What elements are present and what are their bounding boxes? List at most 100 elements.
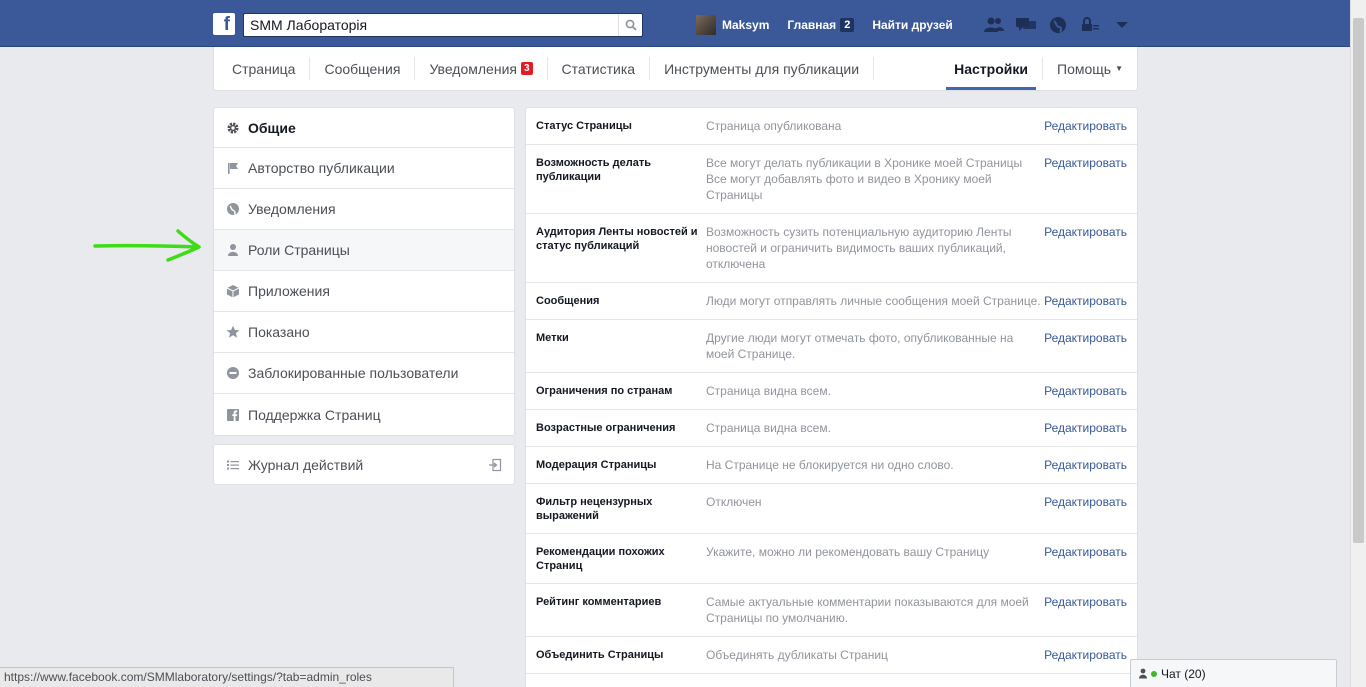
setting-value: Другие люди могут отмечать фото, опублик… <box>706 330 1044 362</box>
setting-value-line: Укажите, можно ли рекомендовать вашу Стр… <box>706 545 990 559</box>
gear-icon <box>226 121 240 135</box>
globe-icon <box>226 202 240 216</box>
settings-table: Статус Страницы Страница опубликована Реда… <box>525 107 1138 687</box>
home-count-badge: 2 <box>840 18 855 32</box>
menu-item-notifications[interactable]: Уведомления <box>214 189 514 230</box>
tab-settings[interactable]: Настройки <box>940 47 1042 90</box>
tab-statistics[interactable]: Статистика <box>548 57 651 80</box>
setting-value-line: Люди могут отправлять личные сообщения м… <box>706 294 1041 308</box>
menu-item-label: Общие <box>248 119 296 136</box>
nav-icons <box>982 15 1134 35</box>
setting-value: Страница опубликована <box>706 118 1044 134</box>
tab-spacer <box>874 57 940 80</box>
edit-link[interactable]: Редактировать <box>1044 383 1127 399</box>
edit-link[interactable]: Редактировать <box>1044 457 1127 473</box>
caret-down-icon: ▼ <box>1115 64 1123 73</box>
edit-link[interactable]: Редактировать <box>1044 647 1127 663</box>
setting-value-line: Все могут делать публикации в Хронике мо… <box>706 156 1023 170</box>
setting-value: Все могут делать публикации в Хронике мо… <box>706 155 1044 203</box>
facebook-logo-icon[interactable]: f <box>213 13 235 35</box>
chat-sidebar-tab[interactable]: Чат (20) <box>1130 659 1337 687</box>
edit-link[interactable]: Редактировать <box>1044 420 1127 436</box>
page-scrollbar[interactable] <box>1350 0 1366 687</box>
menu-item-apps[interactable]: Приложения <box>214 271 514 312</box>
setting-name: Статус Страницы <box>536 120 632 132</box>
edit-link[interactable]: Редактировать <box>1044 155 1127 203</box>
settings-row: Статус Страницы Страница опубликована Реда… <box>526 108 1137 145</box>
facebook-icon <box>226 408 240 422</box>
top-navigation-bar: f Maksym Главная2 Найти друзей <box>0 0 1350 47</box>
privacy-lock-icon[interactable] <box>1078 15 1102 35</box>
setting-value-line: Объединять дубликаты Страниц <box>706 648 888 662</box>
menu-item-post-attribution[interactable]: Авторство публикации <box>214 148 514 189</box>
setting-value-line: Другие люди могут отмечать фото, опублик… <box>706 331 1014 361</box>
friend-requests-icon[interactable] <box>982 15 1006 35</box>
setting-value: Самые актуальные комментарии показываютс… <box>706 594 1044 626</box>
menu-item-label: Уведомления <box>248 201 336 217</box>
menu-item-page-roles[interactable]: Роли Страницы <box>214 230 514 271</box>
settings-row: Сообщения Люди могут отправлять личные со… <box>526 283 1137 320</box>
settings-row: Возрастные ограничения Страница видна все… <box>526 410 1137 447</box>
chat-person-icon <box>1139 668 1147 679</box>
search-icon <box>625 19 637 31</box>
edit-link[interactable]: Редактировать <box>1044 594 1127 626</box>
tab-page[interactable]: Страница <box>218 57 311 80</box>
setting-value: Возможность сузить потенциальную аудитор… <box>706 224 1044 272</box>
tab-publishing-tools[interactable]: Инструменты для публикации <box>650 57 875 80</box>
edit-link[interactable]: Редактировать <box>1044 330 1127 362</box>
setting-name: Метки <box>536 332 569 344</box>
tab-notifications[interactable]: Уведомления 3 <box>415 57 548 80</box>
find-friends-link[interactable]: Найти друзей <box>872 18 952 32</box>
setting-name: Возрастные ограничения <box>536 422 676 434</box>
activity-log-link[interactable]: Журнал действий <box>213 444 515 485</box>
edit-link[interactable]: Редактировать <box>1044 293 1127 309</box>
green-arrow-annotation <box>93 229 201 262</box>
search-input[interactable] <box>244 14 614 36</box>
menu-item-page-support[interactable]: Поддержка Страниц <box>214 394 514 435</box>
settings-row: Метки Другие люди могут отмечать фото, оп… <box>526 320 1137 373</box>
setting-name: Сообщения <box>536 295 600 307</box>
setting-value: Отключен <box>706 494 1044 523</box>
search-button[interactable] <box>618 14 642 36</box>
setting-value: Укажите, можно ли рекомендовать вашу Стр… <box>706 544 1044 573</box>
tab-label: Инструменты для публикации <box>664 60 860 77</box>
setting-value-line: Все могут добавлять фото и видео в Хрони… <box>706 172 992 202</box>
globe-notifications-icon[interactable] <box>1046 15 1070 35</box>
blocked-icon <box>226 366 240 380</box>
settings-row: Фильтр нецензурных выражений Отключен Реда… <box>526 484 1137 534</box>
activity-log-label: Журнал действий <box>248 456 364 473</box>
tab-messages[interactable]: Сообщения <box>310 57 416 80</box>
browser-status-url: https://www.facebook.com/SMMlaboratory/s… <box>0 667 454 687</box>
menu-item-banned-users[interactable]: Заблокированные пользователи <box>214 353 514 394</box>
edit-link[interactable]: Редактировать <box>1044 224 1127 272</box>
open-external-icon <box>488 458 502 475</box>
home-link[interactable]: Главная 2 <box>787 18 855 32</box>
settings-row: Ограничения по странам Страница видна все… <box>526 373 1137 410</box>
messages-icon[interactable] <box>1014 15 1038 35</box>
person-icon <box>226 243 240 257</box>
profile-link[interactable]: Maksym <box>722 18 769 32</box>
flag-icon <box>226 161 240 175</box>
home-label: Главная <box>787 18 837 32</box>
menu-item-general[interactable]: Общие <box>214 108 514 148</box>
edit-link[interactable]: Редактировать <box>1044 544 1127 573</box>
scrollbar-thumb[interactable] <box>1353 18 1364 543</box>
setting-value-line: Страница опубликована <box>706 119 842 133</box>
menu-item-label: Заблокированные пользователи <box>248 365 459 381</box>
user-avatar[interactable] <box>696 15 716 35</box>
settings-row: Рекомендации похожих Страниц Укажите, мож… <box>526 534 1137 584</box>
edit-link[interactable]: Редактировать <box>1044 118 1127 134</box>
tab-label: Сообщения <box>324 60 401 77</box>
settings-row: Аудитория Ленты новостей и статус публик… <box>526 214 1137 283</box>
menu-item-featured[interactable]: Показано <box>214 312 514 353</box>
tab-label: Страница <box>232 60 296 77</box>
setting-name: Рейтинг комментариев <box>536 596 662 608</box>
setting-name: Фильтр нецензурных выражений <box>536 496 653 522</box>
settings-row: Объединить Страницы Объединять дубликаты … <box>526 637 1137 674</box>
search-box <box>243 13 643 37</box>
setting-value: Люди могут отправлять личные сообщения м… <box>706 293 1044 309</box>
chevron-down-icon[interactable] <box>1110 15 1134 35</box>
edit-link[interactable]: Редактировать <box>1044 494 1127 523</box>
tab-help[interactable]: Помощь ▼ <box>1042 57 1137 80</box>
setting-value-line: Страница видна всем. <box>706 421 831 435</box>
